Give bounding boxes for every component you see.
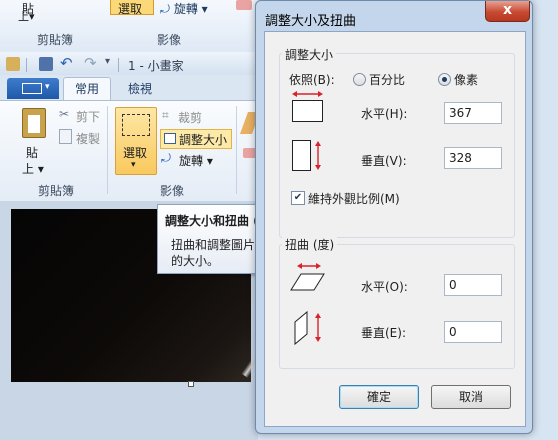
ok-button[interactable]: 確定 <box>339 385 419 409</box>
pixels-label[interactable]: 像素 <box>454 71 478 88</box>
skew-group-label: 扭曲 (度) <box>282 236 338 253</box>
rotate-button[interactable]: 旋轉 ▾ <box>179 152 213 169</box>
document-title: 1 - 小畫家 <box>128 59 184 73</box>
copy-button[interactable]: 複製 <box>76 130 100 147</box>
skew-vertical-icon <box>294 310 321 346</box>
skew-horizontal-icon <box>290 263 325 291</box>
file-menu-icon <box>22 83 42 94</box>
close-button[interactable]: x <box>485 1 530 22</box>
resize-button[interactable]: 調整大小 <box>160 129 232 149</box>
select-label: 選取 <box>123 146 148 160</box>
tooltip-body-line2: 的大小。 <box>171 254 220 268</box>
cut-icon: ✂ <box>59 107 70 121</box>
crop-icon: ⌗ <box>162 108 169 122</box>
dialog-title: 調整大小及扭曲 <box>265 14 357 29</box>
file-menu-chevron-icon: ▾ <box>45 82 50 92</box>
horizontal-input[interactable]: 367 <box>444 102 502 124</box>
save-icon[interactable] <box>39 57 53 71</box>
dialog-body: 調整大小 依照(B): 百分比 像素 水平(H): 367 垂直(V): 328… <box>264 31 526 427</box>
paste-paper-icon <box>28 115 40 133</box>
paste-menu-fragment-top[interactable]: 上▾ <box>18 8 35 24</box>
rotate-icon: ⤾ <box>161 151 171 165</box>
maintain-aspect-label[interactable]: 維持外觀比例(M) <box>308 190 400 207</box>
tooltip-title: 調整大小和扭曲 ( <box>165 214 259 228</box>
vertical-input[interactable]: 328 <box>444 147 502 169</box>
eraser-icon[interactable] <box>236 0 252 10</box>
resize-label: 調整大小 <box>179 133 228 147</box>
clipboard-group-label-top: 剪貼簿 <box>37 33 74 47</box>
qat-separator <box>26 58 27 72</box>
select-button[interactable]: 選取 ▾ <box>115 107 157 175</box>
select-marquee-icon <box>122 114 150 136</box>
horizontal-label: 水平(H): <box>361 107 408 121</box>
vertical-label: 垂直(V): <box>361 154 407 168</box>
close-icon: x <box>502 2 513 18</box>
image-group-label: 影像 <box>160 184 185 198</box>
resize-vertical-icon <box>292 140 321 171</box>
file-menu-button[interactable]: ▾ <box>7 78 59 99</box>
select-chevron-icon: ▾ <box>131 160 136 170</box>
resize-icon <box>164 133 176 144</box>
by-label: 依照(B): <box>289 73 335 87</box>
percent-label[interactable]: 百分比 <box>369 71 405 88</box>
percent-radio[interactable] <box>353 73 366 86</box>
group-separator <box>107 106 108 194</box>
rotate-icon: ⤾ <box>160 2 170 16</box>
undo-icon[interactable]: ↶ <box>60 54 73 72</box>
resize-skew-dialog: 調整大小及扭曲 x 調整大小 依照(B): 百分比 像素 水平(H): 367 … <box>255 0 533 434</box>
tab-view[interactable]: 檢視 <box>113 78 167 100</box>
rotate-button-top[interactable]: ⤾ 旋轉 ▾ <box>160 0 208 17</box>
paste-icon[interactable] <box>22 108 46 138</box>
cancel-button[interactable]: 取消 <box>431 385 511 409</box>
image-group-label-top: 影像 <box>157 33 182 47</box>
qat-separator-2 <box>118 58 119 72</box>
resize-horizontal-icon <box>292 91 323 122</box>
paste-menu-button[interactable]: 上 ▾ <box>22 160 44 177</box>
resize-group-label: 調整大小 <box>282 46 337 63</box>
copy-icon <box>59 129 72 144</box>
paste-button[interactable]: 貼 <box>26 144 38 161</box>
skew-horizontal-label: 水平(O): <box>361 280 408 294</box>
maintain-aspect-checkbox[interactable]: ✔ <box>291 191 305 205</box>
redo-icon[interactable]: ↷ <box>84 54 97 72</box>
skew-vertical-input[interactable]: 0 <box>444 321 502 343</box>
tooltip-body-line1: 扭曲和調整圖片 <box>171 238 256 252</box>
resize-tooltip: 調整大小和扭曲 ( 扭曲和調整圖片 的大小。 <box>157 204 269 274</box>
pixels-radio[interactable] <box>438 73 451 86</box>
skew-vertical-label: 垂直(E): <box>361 326 406 340</box>
qat-customize-icon[interactable]: ▾ <box>105 56 110 67</box>
crop-button[interactable]: 裁剪 <box>178 109 202 126</box>
tab-home[interactable]: 常用 <box>63 77 111 101</box>
cut-button[interactable]: 剪下 <box>76 108 100 125</box>
canvas-resize-handle[interactable] <box>188 381 194 387</box>
skew-horizontal-input[interactable]: 0 <box>444 274 502 296</box>
select-label-top: 選取 <box>118 2 143 16</box>
clipboard-group-label: 剪貼簿 <box>38 184 75 198</box>
paint-app-icon[interactable] <box>6 57 20 71</box>
group-separator <box>236 106 237 194</box>
